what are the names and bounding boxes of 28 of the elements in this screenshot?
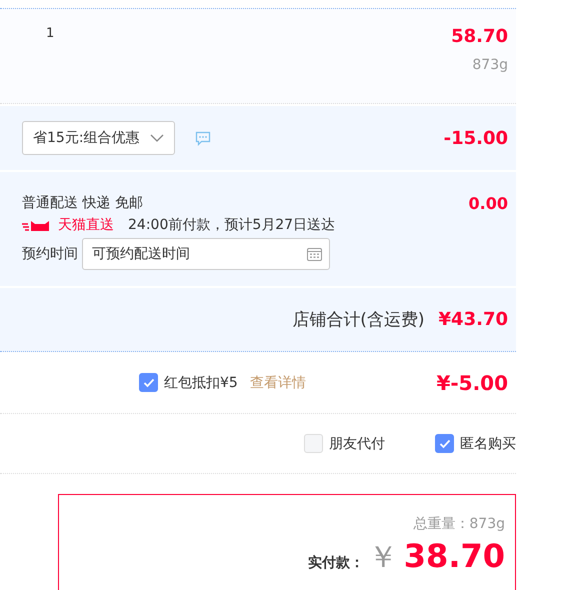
delivery-amount: 0.00	[468, 194, 508, 213]
chat-icon[interactable]	[194, 130, 211, 146]
option-label: 匿名购买	[460, 434, 516, 452]
option-checkbox[interactable]	[435, 434, 454, 453]
pay-label: 实付款：	[308, 554, 364, 572]
delivery-eta: 24:00前付款，预计5月27日送达	[128, 216, 336, 234]
coupon-label: 红包抵扣¥5	[164, 374, 238, 392]
option-label: 朋友代付	[329, 434, 385, 452]
delivery-service-label: 天猫直送	[58, 216, 114, 234]
total-weight: 总重量：873g	[412, 515, 505, 533]
checkmark-icon	[142, 378, 154, 388]
delivery-method: 普通配送 快递 免邮	[22, 194, 144, 212]
currency-sign: ￥	[368, 539, 398, 577]
calendar-icon	[307, 247, 322, 261]
time-field[interactable]: 可预约配送时间	[82, 238, 330, 270]
pay-amount: 38.70	[404, 537, 505, 575]
store-total-label: 店铺合计(含运费)	[292, 309, 425, 331]
item-weight: 873g	[471, 57, 508, 73]
checkmark-icon	[438, 438, 450, 448]
coupon-amount: ¥-5.00	[436, 370, 508, 394]
caret-icon	[150, 134, 164, 142]
coupon-checkbox[interactable]	[139, 373, 158, 392]
quantity: 1	[45, 26, 54, 41]
time-label: 预约时间	[22, 245, 78, 263]
store-total-amount: ¥43.70	[438, 309, 508, 330]
promotion-select[interactable]: 省15元:组合优惠	[22, 121, 175, 155]
item-price: 58.70	[451, 26, 508, 47]
promotion-amount: -15.00	[444, 128, 508, 148]
